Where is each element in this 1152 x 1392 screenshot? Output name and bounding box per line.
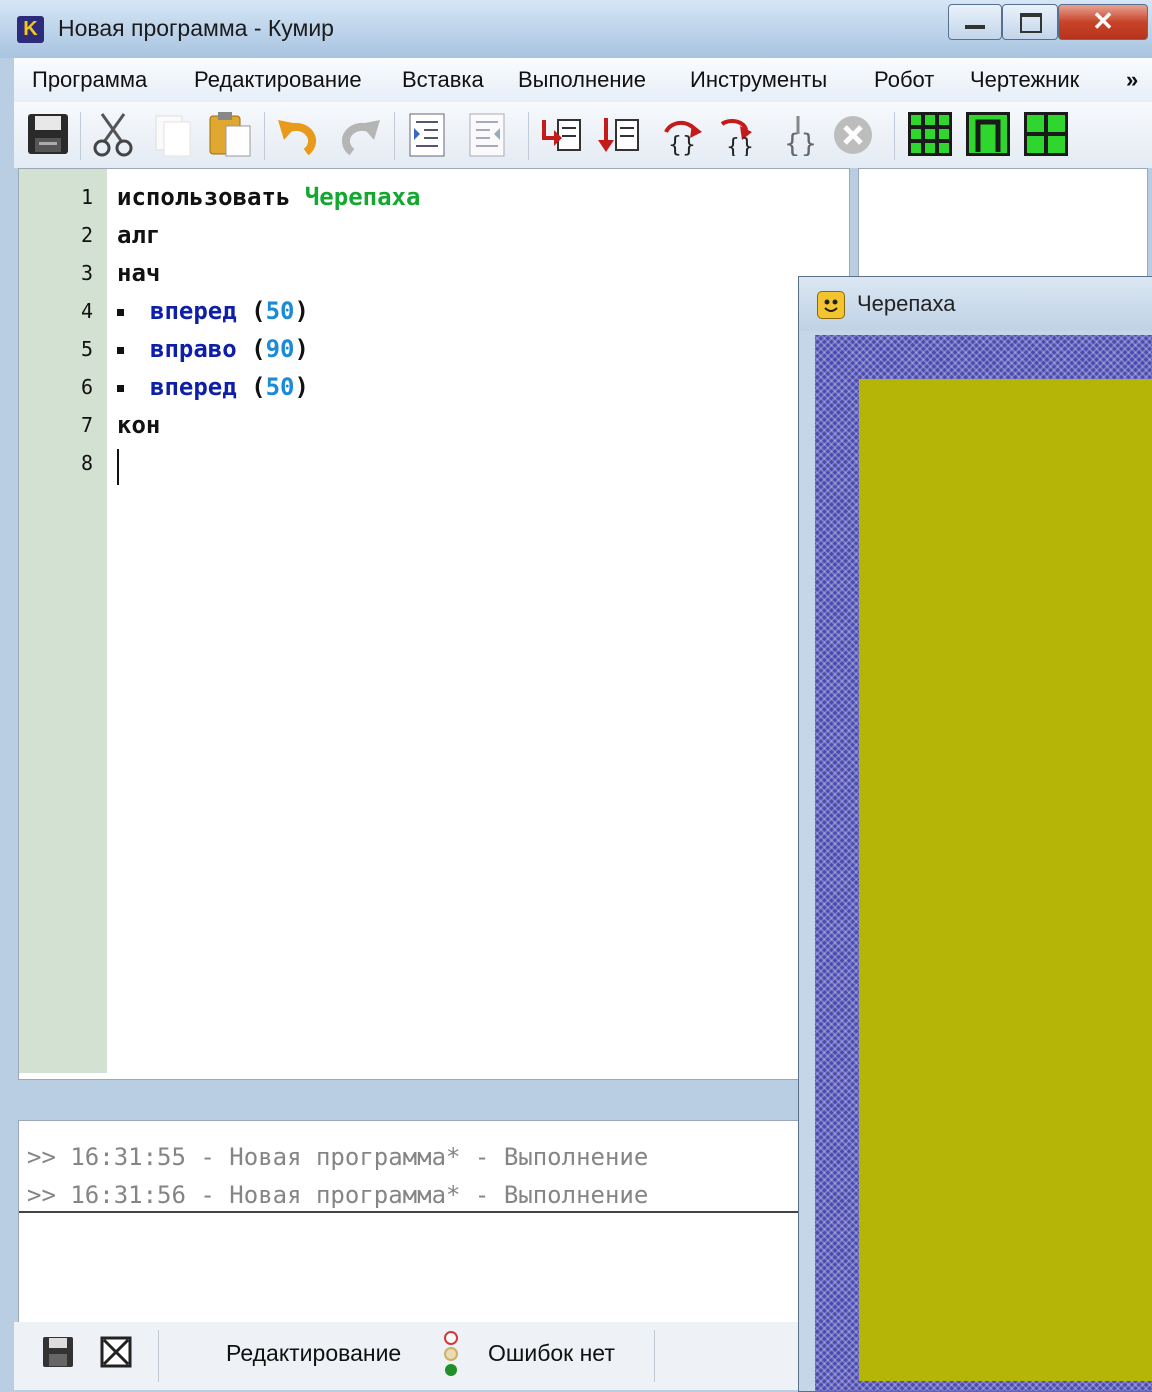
keyword: использовать (117, 183, 291, 211)
command: вперед (150, 373, 237, 401)
menu-drawer[interactable]: Чертежник (970, 67, 1079, 93)
redo-icon[interactable] (334, 114, 382, 156)
svg-text:{}: {} (726, 135, 754, 156)
status-separator (158, 1330, 159, 1382)
toolbar-separator (528, 112, 529, 160)
line-number: 2 (80, 223, 93, 247)
paren-open: ( (236, 297, 266, 325)
code-line-7: кон (117, 411, 161, 439)
argument: 50 (265, 373, 295, 401)
indent-marker (117, 346, 124, 354)
status-separator (654, 1330, 655, 1382)
console-line: >> 16:31:55 - Новая программа* - Выполне… (27, 1143, 649, 1171)
status-mode: Редактирование (226, 1340, 402, 1366)
paren-open: ( (236, 335, 266, 363)
maximize-icon (1020, 13, 1042, 33)
toolbar-separator (894, 112, 895, 160)
step-over-icon[interactable]: {} (658, 112, 704, 156)
indent-marker (117, 308, 124, 316)
menu-program[interactable]: Программа (32, 67, 147, 93)
cut-icon[interactable] (90, 112, 136, 158)
app-icon: K (17, 16, 44, 43)
status-errors: Ошибок нет (488, 1340, 615, 1366)
toolbar: {} {} {} (14, 102, 1152, 168)
save-icon[interactable] (26, 112, 70, 156)
drawer-icon[interactable] (966, 112, 1010, 156)
argument: 90 (265, 335, 295, 363)
turtle-window[interactable]: Черепаха (798, 276, 1152, 1392)
run-step-icon[interactable] (598, 114, 642, 156)
copy-icon[interactable] (150, 112, 196, 158)
turtle-window-titlebar[interactable] (799, 277, 1152, 331)
side-panel (858, 168, 1148, 280)
maximize-button[interactable] (1002, 4, 1058, 40)
line-number: 7 (80, 413, 93, 437)
menu-bar: Программа Редактирование Вставка Выполне… (14, 58, 1152, 102)
module-name: Черепаха (304, 183, 421, 211)
code-line-5: вправо (90) (117, 335, 309, 363)
command: вправо (150, 335, 237, 363)
indent-marker (117, 384, 124, 392)
close-icon: ✕ (1092, 6, 1114, 36)
line-number: 1 (80, 185, 93, 209)
menu-tools[interactable]: Инструменты (690, 67, 827, 93)
line-number: 8 (80, 451, 93, 475)
step-out-icon[interactable]: {} (776, 112, 820, 156)
svg-text:{}: {} (784, 129, 817, 156)
code-line-6: вперед (50) (117, 373, 309, 401)
code-line-3: нач (117, 259, 161, 287)
step-into-icon[interactable]: {} (716, 112, 760, 156)
paren-close: ) (294, 297, 309, 325)
toolbar-separator (394, 112, 395, 160)
svg-text:{}: {} (668, 133, 696, 156)
toolbar-separator (264, 112, 265, 160)
console-line: >> 16:31:56 - Новая программа* - Выполне… (27, 1181, 649, 1209)
traffic-light-icon (444, 1331, 458, 1376)
turtle-field-icon[interactable] (1024, 112, 1068, 156)
run-icon[interactable] (540, 114, 584, 156)
indent-icon[interactable] (408, 112, 448, 158)
line-number: 5 (80, 337, 93, 361)
line-number: 3 (80, 261, 93, 285)
line-number-gutter: 1 2 3 4 5 6 7 8 (19, 169, 107, 1073)
menu-run[interactable]: Выполнение (518, 67, 646, 93)
robot-grid-icon[interactable] (908, 112, 952, 156)
unindent-icon[interactable] (468, 112, 508, 158)
output-console[interactable]: >> 16:31:55 - Новая программа* - Выполне… (18, 1120, 810, 1332)
status-bar (14, 1322, 804, 1390)
undo-icon[interactable] (276, 114, 324, 156)
stop-icon[interactable] (832, 114, 874, 156)
turtle-smiley-icon (817, 291, 845, 319)
code-editor[interactable]: 1 2 3 4 5 6 7 8 использовать Черепаха ал… (18, 168, 850, 1080)
code-line-1: использовать Черепаха (117, 183, 420, 211)
line-number: 4 (80, 299, 93, 323)
code-line-2: алг (117, 221, 161, 249)
turtle-window-title: Черепаха (857, 291, 956, 316)
argument: 50 (265, 297, 295, 325)
console-divider (19, 1211, 809, 1213)
minimize-icon (965, 25, 985, 29)
menu-insert[interactable]: Вставка (402, 67, 484, 93)
paren-close: ) (294, 373, 309, 401)
paste-icon[interactable] (208, 110, 254, 158)
menu-edit[interactable]: Редактирование (194, 67, 362, 93)
close-button[interactable]: ✕ (1058, 4, 1148, 40)
turtle-field[interactable] (859, 379, 1152, 1381)
save-output-icon[interactable] (42, 1336, 74, 1368)
window-title: Новая программа - Кумир (58, 15, 334, 41)
menu-robot[interactable]: Робот (874, 67, 934, 93)
command: вперед (150, 297, 237, 325)
toolbar-separator (80, 112, 81, 160)
code-line-4: вперед (50) (117, 297, 309, 325)
clear-output-icon[interactable] (100, 1336, 132, 1368)
menu-more[interactable]: » (1126, 67, 1138, 93)
paren-open: ( (236, 373, 266, 401)
line-number: 6 (80, 375, 93, 399)
paren-close: ) (294, 335, 309, 363)
minimize-button[interactable] (948, 4, 1002, 40)
text-cursor (117, 449, 119, 485)
